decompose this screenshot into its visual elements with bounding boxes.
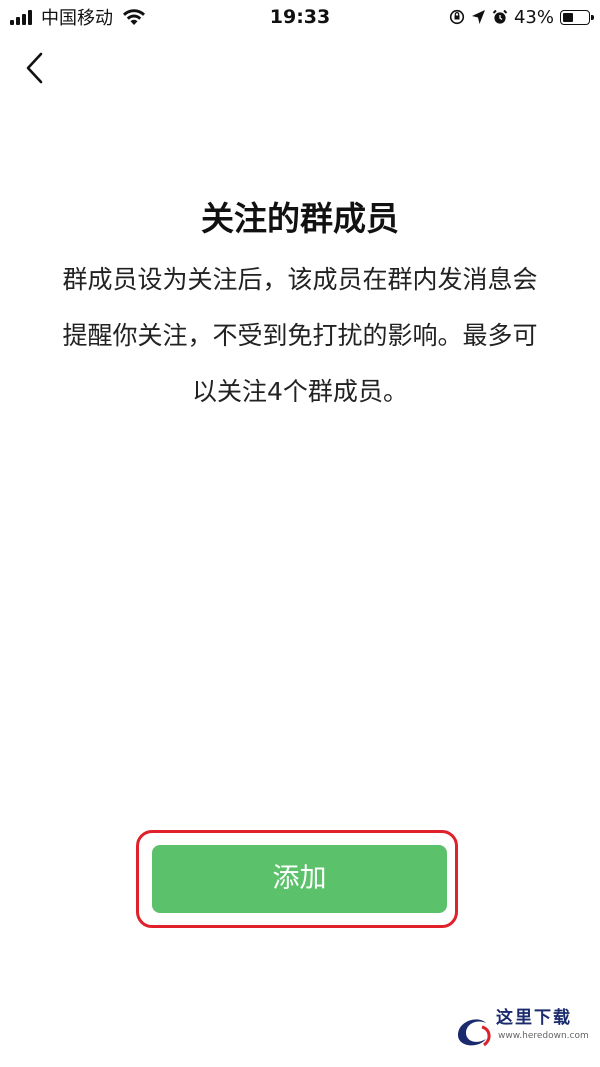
status-bar: 中国移动 19:33 43% [0,0,600,34]
watermark-text: 这里下载 [496,1008,572,1028]
watermark-url: www.heredown.com [498,1031,589,1041]
orientation-lock-icon [449,9,465,25]
location-icon [471,10,485,24]
page-description: 群成员设为关注后，该成员在群内发消息会提醒你关注，不受到免打扰的影响。最多可以关… [62,265,538,406]
chevron-left-icon[interactable] [18,48,52,88]
add-button[interactable]: 添加 [152,845,447,913]
watermark-swirl-icon [458,1019,491,1047]
status-right: 43% [449,4,594,30]
watermark-logo: 这里下载 www.heredown.com [452,999,592,1059]
battery-percent: 43% [513,6,554,28]
page-title: 关注的群成员 [201,199,399,238]
battery-icon [560,9,594,25]
alarm-icon [492,9,508,24]
